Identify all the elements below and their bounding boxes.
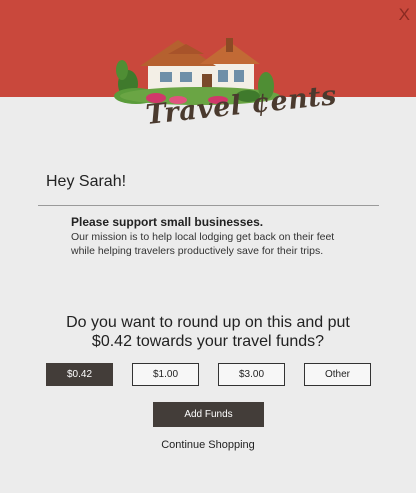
amount-options: $0.42 $1.00 $3.00 Other	[0, 363, 416, 386]
question-line-1: Do you want to round up on this and put	[66, 314, 350, 331]
roundup-question: Do you want to round up on this and put …	[0, 313, 416, 351]
amount-option-100[interactable]: $1.00	[132, 363, 199, 386]
support-title: Please support small businesses.	[71, 215, 264, 229]
amount-option-042[interactable]: $0.42	[46, 363, 113, 386]
continue-shopping-link[interactable]: Continue Shopping	[0, 439, 416, 451]
greeting-text: Hey Sarah!	[46, 173, 127, 190]
amount-option-300[interactable]: $3.00	[218, 363, 285, 386]
amount-option-other[interactable]: Other	[304, 363, 371, 386]
divider	[38, 205, 379, 206]
question-line-2: $0.42 towards your travel funds?	[91, 333, 325, 350]
add-funds-button[interactable]: Add Funds	[153, 402, 264, 427]
support-body: Our mission is to help local lodging get…	[71, 231, 335, 257]
close-button[interactable]: X	[399, 6, 410, 23]
